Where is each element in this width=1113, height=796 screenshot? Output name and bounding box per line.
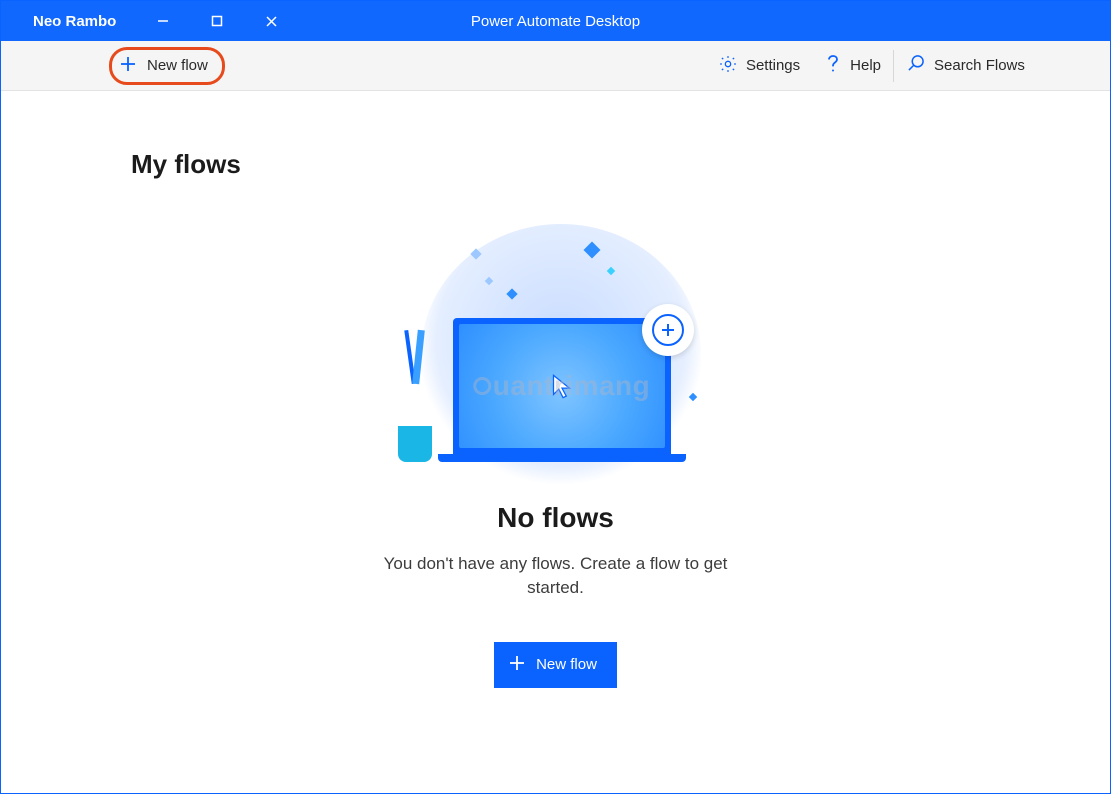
titlebar: Power Automate Desktop Neo Rambo (1, 1, 1110, 41)
new-flow-button[interactable]: New flow (111, 51, 222, 81)
maximize-button[interactable] (190, 1, 244, 41)
search-icon (906, 53, 926, 78)
settings-label: Settings (746, 57, 800, 74)
settings-button[interactable]: Settings (706, 41, 812, 90)
minimize-button[interactable] (136, 1, 190, 41)
empty-state: uantrimang No flows Y (131, 224, 980, 688)
empty-illustration: uantrimang (386, 224, 726, 474)
help-button[interactable]: Help (812, 41, 893, 90)
close-button[interactable] (244, 1, 298, 41)
new-flow-primary-label: New flow (536, 656, 597, 673)
question-icon (824, 54, 842, 78)
new-flow-label: New flow (147, 57, 208, 74)
page-title: My flows (131, 149, 980, 180)
user-name-label[interactable]: Neo Rambo (13, 13, 136, 30)
search-input[interactable] (934, 57, 1094, 74)
content-area: My flows ua (1, 91, 1110, 793)
empty-state-subtitle: You don't have any flows. Create a flow … (356, 552, 756, 600)
plus-badge-illustration (642, 304, 694, 356)
cursor-icon (545, 369, 579, 403)
help-label: Help (850, 57, 881, 74)
empty-state-title: No flows (497, 502, 614, 534)
toolbar: New flow Settings (1, 41, 1110, 91)
plus-icon (508, 654, 526, 676)
gear-icon (718, 54, 738, 78)
plus-icon (119, 55, 137, 77)
new-flow-primary-button[interactable]: New flow (494, 642, 617, 688)
app-window: Power Automate Desktop Neo Rambo New flo… (0, 0, 1111, 794)
pencil-cup-illustration (398, 426, 432, 462)
search-flows[interactable] (894, 41, 1100, 90)
